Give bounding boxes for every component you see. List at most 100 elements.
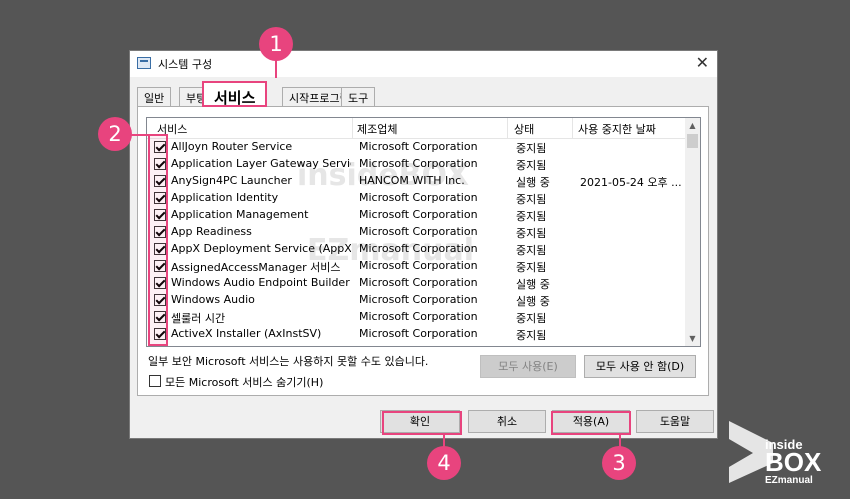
service-name: Windows Audio <box>171 293 255 306</box>
service-manufacturer: Microsoft Corporation <box>359 327 478 340</box>
service-name: ActiveX Installer (AxInstSV) <box>171 327 322 340</box>
service-checkbox[interactable] <box>154 175 166 187</box>
services-list[interactable]: insideBOX EZmanual 서비스 제조업체 상태 사용 중지한 날짜… <box>146 117 701 347</box>
marker-4: 4 <box>427 446 461 480</box>
service-name: App Readiness <box>171 225 252 238</box>
service-status: 실행 중 <box>516 176 550 189</box>
service-checkbox[interactable] <box>154 209 166 221</box>
system-configuration-dialog: 시스템 구성 ✕ 일반 부팅 시작프로그램 도구 서비스 insideBOX E… <box>129 50 718 439</box>
marker-2: 2 <box>98 117 132 151</box>
service-checkbox[interactable] <box>154 277 166 289</box>
service-name: AllJoyn Router Service <box>171 140 293 153</box>
service-status: 중지됨 <box>516 159 547 172</box>
services-tab-panel: insideBOX EZmanual 서비스 제조업체 상태 사용 중지한 날짜… <box>137 106 709 396</box>
close-icon[interactable]: ✕ <box>696 53 709 72</box>
ok-button[interactable]: 확인 <box>380 410 460 433</box>
service-status: 중지됨 <box>516 244 547 257</box>
table-row[interactable]: Windows Audio Microsoft Corporation 실행 중 <box>147 292 687 309</box>
service-status: 중지됨 <box>516 142 547 155</box>
column-header-manufacturer[interactable]: 제조업체 <box>357 121 397 137</box>
service-status: 중지됨 <box>516 227 547 240</box>
marker-3: 3 <box>602 446 636 480</box>
hide-microsoft-services-label: 모든 Microsoft 서비스 숨기기(H) <box>165 376 324 389</box>
scroll-thumb[interactable] <box>687 134 698 148</box>
window-title: 시스템 구성 <box>158 58 213 71</box>
service-name: Application Identity <box>171 191 279 204</box>
logo-box-text: BOX <box>765 447 822 477</box>
service-name: Application Layer Gateway Service <box>171 157 351 170</box>
service-checkbox[interactable] <box>154 192 166 204</box>
tab-general[interactable]: 일반 <box>137 87 172 106</box>
hide-microsoft-services-checkbox[interactable] <box>149 375 161 387</box>
marker-1-leader <box>275 60 277 78</box>
service-name: Windows Audio Endpoint Builder <box>171 276 350 289</box>
service-checkbox[interactable] <box>154 260 166 272</box>
table-row[interactable]: ActiveX Installer (AxInstSV) Microsoft Co… <box>147 326 687 343</box>
service-manufacturer: Microsoft Corporation <box>359 310 478 323</box>
tab-tools[interactable]: 도구 <box>341 87 376 106</box>
cancel-button[interactable]: 취소 <box>468 410 546 433</box>
column-divider[interactable] <box>352 118 353 138</box>
column-header-status[interactable]: 상태 <box>514 121 534 137</box>
scroll-down-icon[interactable]: ▼ <box>685 331 700 346</box>
service-status: 중지됨 <box>516 329 547 342</box>
table-row[interactable]: AllJoyn Router Service Microsoft Corporat… <box>147 139 687 156</box>
service-status: 중지됨 <box>516 193 547 206</box>
column-divider[interactable] <box>572 118 573 138</box>
help-button[interactable]: 도움말 <box>636 410 714 433</box>
service-manufacturer: Microsoft Corporation <box>359 225 478 238</box>
service-manufacturer: HANCOM WITH Inc. <box>359 174 465 187</box>
table-row[interactable]: Application Management Microsoft Corporat… <box>147 207 687 224</box>
tab-services[interactable]: 서비스 <box>202 81 268 107</box>
service-name: AnySign4PC Launcher <box>171 174 292 187</box>
service-name: AppX Deployment Service (AppXSV... <box>171 242 351 255</box>
service-manufacturer: Microsoft Corporation <box>359 242 478 255</box>
table-row[interactable]: Application Identity Microsoft Corporatio… <box>147 190 687 207</box>
service-manufacturer: Microsoft Corporation <box>359 208 478 221</box>
table-row[interactable]: AppX Deployment Service (AppXSV... Micros… <box>147 241 687 258</box>
insidebox-logo: inside BOX EZmanual <box>729 419 833 486</box>
service-manufacturer: Microsoft Corporation <box>359 191 478 204</box>
service-checkbox[interactable] <box>154 158 166 170</box>
table-row[interactable]: AnySign4PC Launcher HANCOM WITH Inc. 실행 중 2… <box>147 173 687 190</box>
table-row[interactable]: AssignedAccessManager 서비스 Microsoft Corpo… <box>147 258 687 275</box>
insidebox-logo-mark: inside BOX EZmanual <box>729 421 822 486</box>
list-header: 서비스 제조업체 상태 사용 중지한 날짜 <box>147 118 687 139</box>
column-divider[interactable] <box>507 118 508 138</box>
service-status: 중지됨 <box>516 261 547 274</box>
service-name: Application Management <box>171 208 309 221</box>
service-checkbox[interactable] <box>154 328 166 340</box>
logo-ezmanual-text: EZmanual <box>765 475 813 485</box>
service-name: 셀룰러 시간 <box>171 312 226 325</box>
table-row[interactable]: 셀룰러 시간 Microsoft Corporation 중지됨 <box>147 309 687 326</box>
security-services-note: 일부 보안 Microsoft 서비스는 사용하지 못할 수도 있습니다. <box>148 355 429 368</box>
title-bar: 시스템 구성 ✕ <box>130 51 717 77</box>
table-row[interactable]: App Readiness Microsoft Corporation 중지됨 <box>147 224 687 241</box>
msconfig-app-icon <box>137 57 151 69</box>
service-checkbox[interactable] <box>154 141 166 153</box>
vertical-scrollbar[interactable]: ▲ ▼ <box>685 118 700 346</box>
service-manufacturer: Microsoft Corporation <box>359 276 478 289</box>
scroll-up-icon[interactable]: ▲ <box>685 118 700 133</box>
column-header-disabled-date[interactable]: 사용 중지한 날짜 <box>578 121 656 137</box>
service-status: 중지됨 <box>516 210 547 223</box>
table-row[interactable]: Windows Audio Endpoint Builder Microsoft … <box>147 275 687 292</box>
table-row[interactable]: Application Layer Gateway Service Microso… <box>147 156 687 173</box>
service-checkbox[interactable] <box>154 226 166 238</box>
service-manufacturer: Microsoft Corporation <box>359 157 478 170</box>
enable-all-button[interactable]: 모두 사용(E) <box>480 355 576 378</box>
service-manufacturer: Microsoft Corporation <box>359 140 478 153</box>
service-manufacturer: Microsoft Corporation <box>359 259 478 272</box>
column-header-service[interactable]: 서비스 <box>157 121 187 137</box>
service-checkbox[interactable] <box>154 243 166 255</box>
service-checkbox[interactable] <box>154 294 166 306</box>
service-disabled-date: 2021-05-24 오후 ... <box>580 176 682 189</box>
service-status: 실행 중 <box>516 295 550 308</box>
service-status: 실행 중 <box>516 278 550 291</box>
service-status: 중지됨 <box>516 312 547 325</box>
service-checkbox[interactable] <box>154 311 166 323</box>
apply-button[interactable]: 적용(A) <box>552 410 630 433</box>
marker-1: 1 <box>259 27 293 61</box>
service-name: AssignedAccessManager 서비스 <box>171 261 341 274</box>
disable-all-button[interactable]: 모두 사용 안 함(D) <box>584 355 696 378</box>
